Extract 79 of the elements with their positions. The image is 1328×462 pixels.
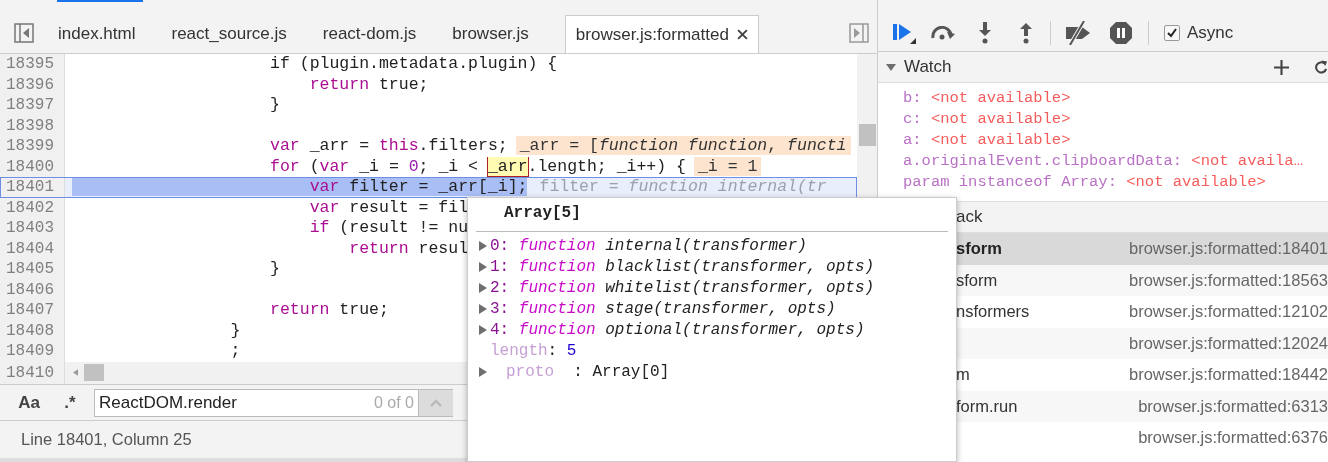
search-field[interactable]: ReactDOM.render 0 of 0 (94, 388, 419, 417)
line-number: 18400 (0, 156, 65, 177)
line-number: 18407 (0, 300, 65, 321)
line-number: 18402 (0, 197, 65, 218)
step-into-icon[interactable] (978, 21, 992, 44)
watch-expression: param instanceof Array: <not available> (903, 172, 1267, 193)
code-line: return resul (348, 238, 469, 259)
code-line: var filter = _arr[_i]; filter = function internal(tr (65, 177, 831, 198)
scrollbar-thumb[interactable] (84, 364, 104, 382)
file-tab[interactable]: browser.js (434, 15, 547, 53)
watch-title: Watch (904, 56, 953, 79)
file-tab[interactable]: browser.js:formatted (564, 15, 759, 53)
pause-on-exceptions-icon[interactable] (1109, 20, 1133, 45)
property-row[interactable]: 0: function internal(transformer) (478, 235, 807, 256)
line-number: 18408 (0, 320, 65, 341)
watch-header[interactable]: Watch (878, 52, 1328, 83)
line-number: 18396 (0, 74, 65, 95)
watch-expression: b: <not available> (903, 88, 1072, 109)
match-case-button[interactable]: Aa (16, 389, 42, 416)
expand-triangle-icon[interactable] (478, 324, 488, 335)
code-line: for (var _i = 0; _i < _arr.length; _i++) { _i = 1 (65, 156, 762, 177)
cursor-position: Line 18401, Column 25 (21, 429, 192, 451)
scrollbar-thumb[interactable] (858, 124, 876, 146)
sidebar-toggle-icon[interactable] (14, 23, 34, 43)
property-row[interactable]: 1: function blacklist(transformer, opts) (478, 256, 875, 277)
line-number: 18404 (0, 238, 65, 259)
chevron-up-icon (430, 398, 442, 407)
expand-triangle-icon[interactable] (478, 282, 488, 293)
add-icon[interactable] (1274, 59, 1289, 75)
code-line: if (result != nu (308, 218, 469, 239)
step-out-icon[interactable] (1019, 21, 1033, 44)
call-stack-title: ack (956, 206, 983, 229)
refresh-icon[interactable] (1315, 59, 1328, 75)
line-number: 18410 (0, 361, 65, 384)
async-label: Async (1187, 21, 1234, 44)
expand-triangle-icon[interactable] (478, 366, 488, 377)
async-checkbox[interactable] (1164, 24, 1180, 41)
code-line: return true; (269, 300, 389, 321)
code-line: return true; (308, 74, 429, 95)
line-number: 18401 (0, 177, 65, 198)
code-line: ; (229, 341, 241, 362)
line-number: 18397 (0, 95, 65, 116)
line-number: 18409 (0, 341, 65, 362)
match-count: 0 of 0 (373, 392, 414, 413)
property-row[interactable]: length: 5 (478, 340, 577, 361)
property-row[interactable]: proto : Array[0] (478, 361, 670, 382)
property-row[interactable]: 3: function stage(transformer, opts) (478, 298, 836, 319)
close-icon[interactable] (736, 29, 748, 40)
line-number: 18405 (0, 259, 65, 280)
expand-triangle-icon[interactable] (478, 303, 488, 314)
code-line: var result = fil (308, 197, 469, 218)
expand-triangle-icon[interactable] (886, 62, 896, 72)
expand-triangle-icon[interactable] (478, 261, 488, 272)
code-line: if (plugin.metadata.plugin) { (269, 54, 558, 75)
file-tab[interactable]: react_source.js (153, 15, 305, 53)
popover-title: Array[5] (504, 203, 581, 224)
file-tab[interactable]: index.html (40, 15, 154, 53)
property-row[interactable]: 2: function whitelist(transformer, opts) (478, 277, 875, 298)
file-tab[interactable]: react-dom.js (304, 15, 435, 53)
line-number: 18406 (0, 279, 65, 300)
checkmark-icon (1166, 26, 1178, 39)
property-row[interactable]: 4: function optional(transformer, opts) (478, 319, 865, 340)
code-line: } (269, 259, 280, 280)
code-line: var _arr = this.filters; _arr = [function function, functi (65, 136, 851, 157)
code-line: } (229, 320, 241, 341)
deactivate-breakpoints-icon[interactable] (1064, 20, 1092, 45)
watch-expression: a.originalEvent.clipboardData: <not availa… (903, 151, 1304, 172)
line-number: 18395 (0, 54, 65, 75)
watch-expression: c: <not available> (903, 109, 1072, 130)
line-number: 18399 (0, 136, 65, 157)
code-line: } (269, 95, 280, 116)
regex-button[interactable]: .* (60, 389, 80, 416)
expand-triangle-icon[interactable] (478, 240, 488, 251)
sidebar-toggle-icon[interactable] (849, 23, 869, 43)
resume-icon[interactable] (892, 21, 916, 44)
line-number: 18398 (0, 115, 65, 136)
step-over-icon[interactable] (930, 25, 956, 40)
watch-expression: a: <not available> (903, 130, 1072, 151)
line-number: 18403 (0, 218, 65, 239)
